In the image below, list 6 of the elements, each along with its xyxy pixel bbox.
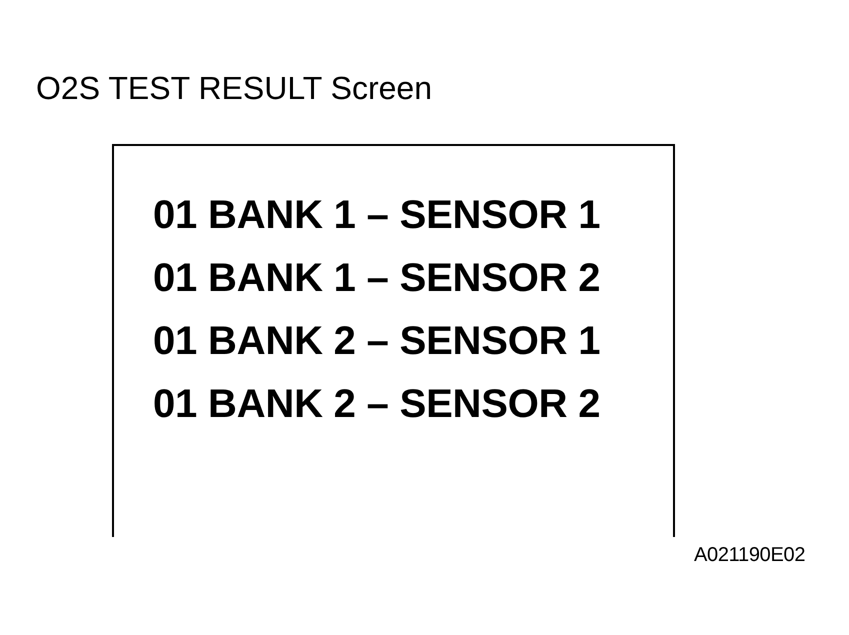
result-line: 01 BANK 1 – SENSOR 2 xyxy=(153,255,600,302)
page-title: O2S TEST RESULT Screen xyxy=(36,72,432,104)
result-line: 01 BANK 2 – SENSOR 2 xyxy=(153,381,600,428)
figure-code: A021190E02 xyxy=(694,545,806,565)
result-line: 01 BANK 2 – SENSOR 1 xyxy=(153,318,600,365)
result-line: 01 BANK 1 – SENSOR 1 xyxy=(153,192,600,239)
